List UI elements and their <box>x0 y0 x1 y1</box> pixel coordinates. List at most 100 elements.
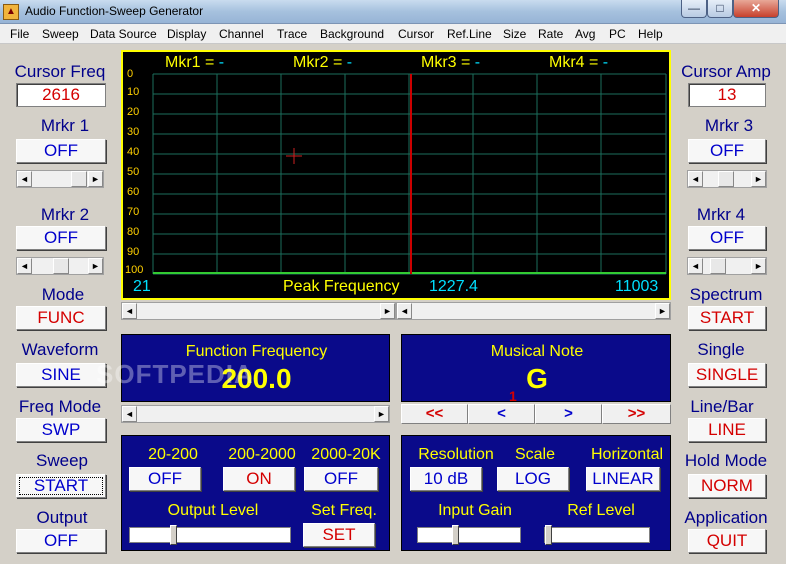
crosshair-marker <box>286 148 302 164</box>
ref-level-label: Ref Level <box>567 502 635 519</box>
scroll-right-icon[interactable]: ► <box>380 303 395 319</box>
mrkr1-button[interactable]: OFF <box>16 139 106 163</box>
mode-button[interactable]: FUNC <box>16 306 106 330</box>
peak-frequency-value: 1227.4 <box>429 278 478 295</box>
freq-mode-label: Freq Mode <box>18 397 102 416</box>
menu-data-source[interactable]: Data Source <box>90 27 157 41</box>
range-2000-20k-button[interactable]: OFF <box>304 467 378 491</box>
note-next-button[interactable]: > <box>535 404 602 424</box>
y-tick-label: 20 <box>127 106 140 118</box>
quit-button[interactable]: QUIT <box>688 529 766 553</box>
x-start-label: 21 <box>133 278 151 295</box>
scroll-right-icon[interactable]: ► <box>374 406 389 422</box>
mrkr3-button[interactable]: OFF <box>688 139 766 163</box>
set-freq-label: Set Freq. <box>311 502 377 519</box>
menu-trace[interactable]: Trace <box>277 27 307 41</box>
set-frequency-button[interactable]: SET <box>303 523 375 547</box>
range-200-2000-button[interactable]: ON <box>223 467 295 491</box>
minimize-button[interactable]: — <box>681 0 707 18</box>
input-gain-slider[interactable] <box>417 525 521 545</box>
menu-pc[interactable]: PC <box>609 27 626 41</box>
output-button[interactable]: OFF <box>16 529 106 553</box>
note-marker: 1 <box>509 388 517 404</box>
mrkr3-scrollbar[interactable]: ◄ ► <box>687 170 767 188</box>
scroll-left-icon[interactable]: ◄ <box>688 171 703 187</box>
scrollbar-thumb[interactable] <box>71 171 87 187</box>
menu-sweep[interactable]: Sweep <box>42 27 79 41</box>
scroll-right-icon[interactable]: ► <box>751 258 766 274</box>
function-frequency-scrollbar[interactable]: ◄ ► <box>121 405 390 423</box>
output-level-slider[interactable] <box>129 525 291 545</box>
scrollbar-thumb[interactable] <box>718 171 734 187</box>
menu-size[interactable]: Size <box>503 27 526 41</box>
menu-channel[interactable]: Channel <box>219 27 264 41</box>
mrkr2-scrollbar[interactable]: ◄ ► <box>16 257 104 275</box>
scrollbar-thumb[interactable] <box>53 258 69 274</box>
y-tick-label: 60 <box>127 186 140 198</box>
menu-avg[interactable]: Avg <box>575 27 595 41</box>
hold-mode-button[interactable]: NORM <box>688 474 766 498</box>
ref-level-slider[interactable] <box>544 525 650 545</box>
scale-button[interactable]: LOG <box>497 467 569 491</box>
single-button[interactable]: SINGLE <box>688 363 766 387</box>
menu-display[interactable]: Display <box>167 27 206 41</box>
musical-note-panel: Musical Note G <box>401 334 671 402</box>
output-level-label: Output Level <box>167 502 259 519</box>
slider-knob[interactable] <box>545 525 552 545</box>
range-20-200-button[interactable]: OFF <box>129 467 201 491</box>
menu-background[interactable]: Background <box>320 27 384 41</box>
single-label: Single <box>697 340 745 359</box>
mrkr2-label: Mrkr 2 <box>40 205 90 224</box>
close-button[interactable]: ✕ <box>733 0 779 18</box>
app-icon: ▲ <box>3 4 19 20</box>
scroll-right-icon[interactable]: ► <box>655 303 670 319</box>
menu-cursor[interactable]: Cursor <box>398 27 434 41</box>
slider-knob[interactable] <box>452 525 459 545</box>
resolution-label: Resolution <box>418 446 494 463</box>
mode-label: Mode <box>41 285 85 304</box>
display-scrollbar-right[interactable]: ◄ ► <box>396 302 671 320</box>
horizontal-label: Horizontal <box>590 446 664 463</box>
musical-note-value: G <box>526 363 548 394</box>
slider-knob[interactable] <box>170 525 177 545</box>
x-end-label: 11003 <box>615 278 659 295</box>
range-2000-20k-label: 2000-20K <box>311 446 381 463</box>
scroll-left-icon[interactable]: ◄ <box>122 303 137 319</box>
spectrum-start-button[interactable]: START <box>688 306 766 330</box>
mrkr2-button[interactable]: OFF <box>16 226 106 250</box>
freq-mode-button[interactable]: SWP <box>16 418 106 442</box>
scroll-left-icon[interactable]: ◄ <box>688 258 703 274</box>
menu-file[interactable]: File <box>10 27 29 41</box>
mrkr4-scrollbar[interactable]: ◄ ► <box>687 257 767 275</box>
resolution-button[interactable]: 10 dB <box>410 467 482 491</box>
scroll-right-icon[interactable]: ► <box>751 171 766 187</box>
scroll-right-icon[interactable]: ► <box>88 258 103 274</box>
spectrum-display[interactable]: Mkr1 = - Mkr2 = - Mkr3 = - Mkr4 = - 0 10… <box>121 50 671 300</box>
mrkr4-button[interactable]: OFF <box>688 226 766 250</box>
menu-rate[interactable]: Rate <box>538 27 563 41</box>
mrkr3-label: Mrkr 3 <box>704 116 754 135</box>
maximize-button[interactable]: □ <box>707 0 733 18</box>
scroll-right-icon[interactable]: ► <box>88 171 103 187</box>
menu-help[interactable]: Help <box>638 27 663 41</box>
scroll-left-icon[interactable]: ◄ <box>17 171 32 187</box>
hold-mode-label: Hold Mode <box>684 451 768 470</box>
note-prev-octave-button[interactable]: << <box>401 404 468 424</box>
scroll-left-icon[interactable]: ◄ <box>17 258 32 274</box>
cursor-freq-label: Cursor Freq <box>14 62 106 81</box>
scroll-left-icon[interactable]: ◄ <box>397 303 412 319</box>
line-bar-button[interactable]: LINE <box>688 418 766 442</box>
horizontal-button[interactable]: LINEAR <box>586 467 660 491</box>
display-scrollbar-left[interactable]: ◄ ► <box>121 302 396 320</box>
spectrum-label: Spectrum <box>689 285 763 304</box>
note-next-octave-button[interactable]: >> <box>602 404 671 424</box>
scrollbar-thumb[interactable] <box>710 258 726 274</box>
waveform-button[interactable]: SINE <box>16 363 106 387</box>
client-area: Cursor Freq 2616 Mrkr 1 OFF ◄ ► Mrkr 2 OF… <box>0 44 786 564</box>
mrkr1-scrollbar[interactable]: ◄ ► <box>16 170 104 188</box>
note-prev-button[interactable]: < <box>468 404 535 424</box>
menu-refline[interactable]: Ref.Line <box>447 27 492 41</box>
scroll-left-icon[interactable]: ◄ <box>122 406 137 422</box>
y-tick-label: 90 <box>127 246 140 258</box>
sweep-start-button[interactable]: START <box>16 474 106 498</box>
